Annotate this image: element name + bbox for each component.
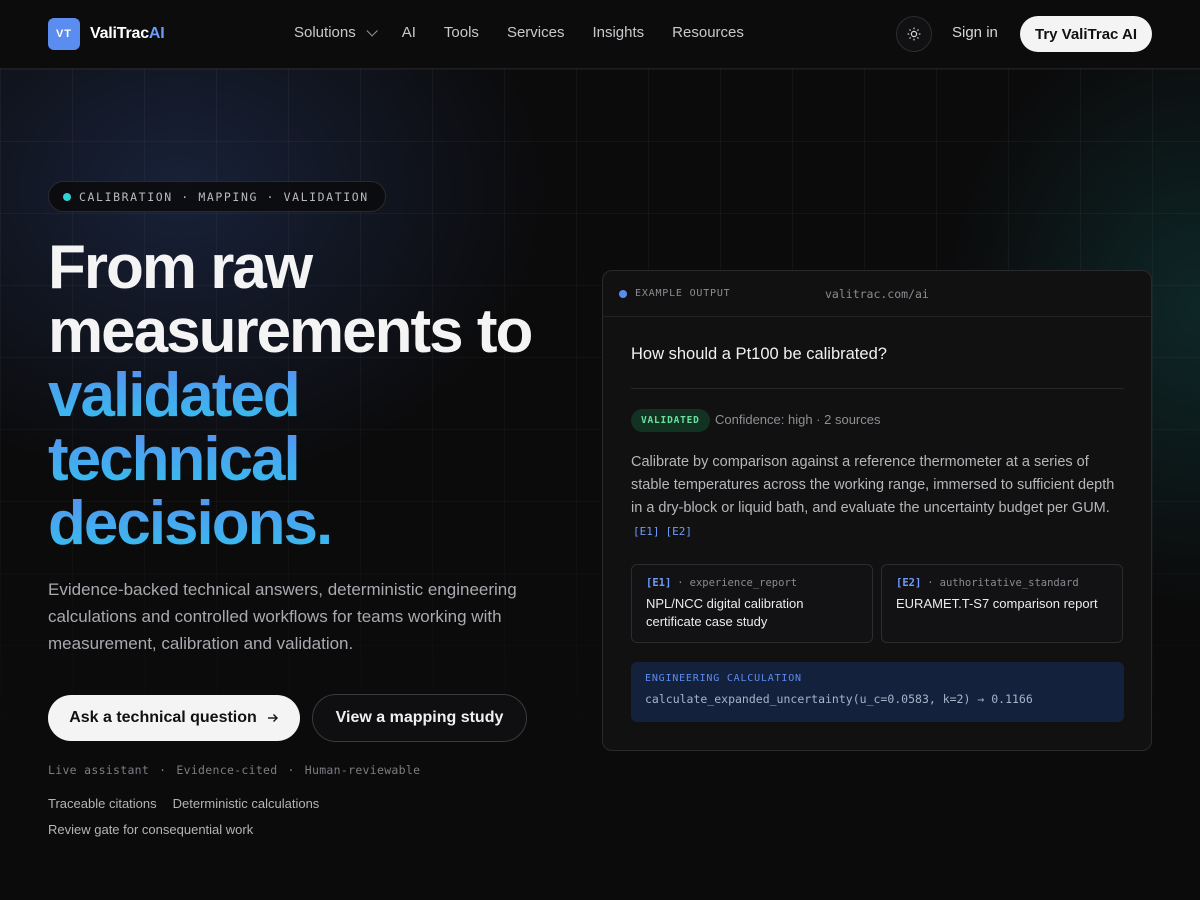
arrow-right-icon: → [977, 692, 985, 706]
headline-line-2: measurements to [48, 297, 533, 366]
theme-toggle-button[interactable] [896, 16, 932, 52]
evidence-type: authoritative_standard [939, 577, 1079, 589]
confidence-text: Confidence: high · 2 sources [715, 412, 881, 427]
nav-item-label: Resources [672, 24, 744, 41]
calculation-result: 0.1166 [991, 692, 1033, 706]
headline-highlight-2: technical [48, 428, 588, 492]
card-url: valitrac.com/ai [825, 287, 929, 301]
answer-text: Calibrate by comparison against a refere… [631, 451, 1125, 543]
logo-accent: AI [148, 25, 165, 42]
nav-item-ai[interactable]: AI [402, 24, 416, 41]
evidence-title: NPL/NCC digital calibration certificate … [646, 596, 804, 629]
top-nav: VT ValiTracAI Solutions AI Tools Service… [0, 0, 1200, 69]
headline-highlight-1: validated [48, 364, 588, 428]
evidence-separator: · [677, 577, 684, 589]
evidence-meta: [E2] · authoritative_standard [896, 577, 1108, 589]
citation-link-e2[interactable]: [E2] [666, 525, 693, 538]
meta-separator: · [159, 763, 167, 777]
nav-item-services[interactable]: Services [507, 24, 565, 41]
calculation-label: ENGINEERING CALCULATION [645, 673, 802, 684]
evidence-separator: · [927, 577, 934, 589]
evidence-tag: [E1] [646, 577, 672, 589]
validated-badge: VALIDATED [631, 409, 710, 432]
nav-item-resources[interactable]: Resources [672, 24, 744, 41]
nav-item-insights[interactable]: Insights [592, 24, 644, 41]
engineering-calculation-box: ENGINEERING CALCULATION calculate_expand… [631, 662, 1124, 722]
card-header: EXAMPLE OUTPUT valitrac.com/ai [603, 271, 1151, 317]
headline-line-1: From raw [48, 233, 313, 302]
example-output-card: EXAMPLE OUTPUT valitrac.com/ai How shoul… [602, 270, 1152, 751]
status-dot-icon [63, 192, 71, 201]
chevron-down-icon [366, 24, 378, 37]
logo-text: ValiTracAI [90, 25, 165, 43]
nav-item-solutions[interactable]: Solutions [294, 24, 378, 41]
feature-list: Traceable citations Deterministic calcul… [48, 796, 319, 811]
nav-item-label: AI [401, 24, 416, 41]
evidence-type: experience_report [689, 577, 798, 589]
evidence-title: EURAMET.T-S7 comparison report [896, 596, 1098, 611]
hero-headline: From raw measurements to validated techn… [48, 236, 588, 556]
card-label: EXAMPLE OUTPUT [635, 288, 731, 299]
evidence-meta: [E1] · experience_report [646, 577, 858, 589]
view-mapping-study-button[interactable]: View a mapping study [312, 694, 527, 742]
logo[interactable]: VT ValiTracAI [48, 18, 165, 50]
headline-highlight-3: decisions. [48, 492, 588, 556]
meta-separator: · [287, 763, 295, 777]
category-pill-text: CALIBRATION · MAPPING · VALIDATION [79, 189, 369, 204]
evidence-card-e1[interactable]: [E1] · experience_report NPL/NCC digital… [631, 564, 873, 643]
citation-link-e1[interactable]: [E1] [633, 525, 660, 538]
nav-item-label: Solutions [294, 24, 356, 41]
nav-item-tools[interactable]: Tools [444, 24, 479, 41]
nav-item-label: Services [506, 24, 565, 41]
category-pill: CALIBRATION · MAPPING · VALIDATION [48, 181, 386, 212]
nav-item-label: Tools [443, 24, 479, 41]
feature-item: Traceable citations [48, 796, 157, 811]
ask-question-button[interactable]: Ask a technical question [48, 695, 300, 741]
feature-item: Deterministic calculations [172, 796, 320, 811]
feature-item: Review gate for consequential work [48, 822, 254, 837]
answer-body: Calibrate by comparison against a refere… [631, 454, 1115, 516]
divider [631, 388, 1124, 389]
evidence-card-e2[interactable]: [E2] · authoritative_standard EURAMET.T-… [881, 564, 1123, 643]
calculation-expression: calculate_expanded_uncertainty(u_c=0.058… [645, 692, 1110, 706]
meta-item: Human-reviewable [304, 763, 421, 777]
meta-item: Live assistant [48, 763, 150, 777]
logo-mark: VT [48, 18, 80, 50]
card-question: How should a Pt100 be calibrated? [631, 345, 887, 363]
nav-links: Solutions AI Tools Services Insights Res… [294, 24, 744, 41]
ask-question-label: Ask a technical question [69, 709, 257, 726]
sun-icon [907, 27, 921, 41]
hero-subtitle: Evidence-backed technical answers, deter… [48, 580, 517, 653]
status-dot-icon [619, 290, 627, 298]
calculation-call: calculate_expanded_uncertainty(u_c=0.058… [645, 692, 971, 706]
try-valitrac-button[interactable]: Try ValiTrac AI [1020, 16, 1152, 52]
evidence-tag: [E2] [896, 577, 922, 589]
arrow-right-icon [267, 714, 278, 722]
meta-line: Live assistant · Evidence-cited · Human-… [48, 763, 420, 777]
nav-item-label: Insights [592, 24, 645, 41]
meta-item: Evidence-cited [176, 763, 278, 777]
logo-name: ValiTrac [90, 25, 149, 42]
signin-link[interactable]: Sign in [952, 24, 998, 41]
